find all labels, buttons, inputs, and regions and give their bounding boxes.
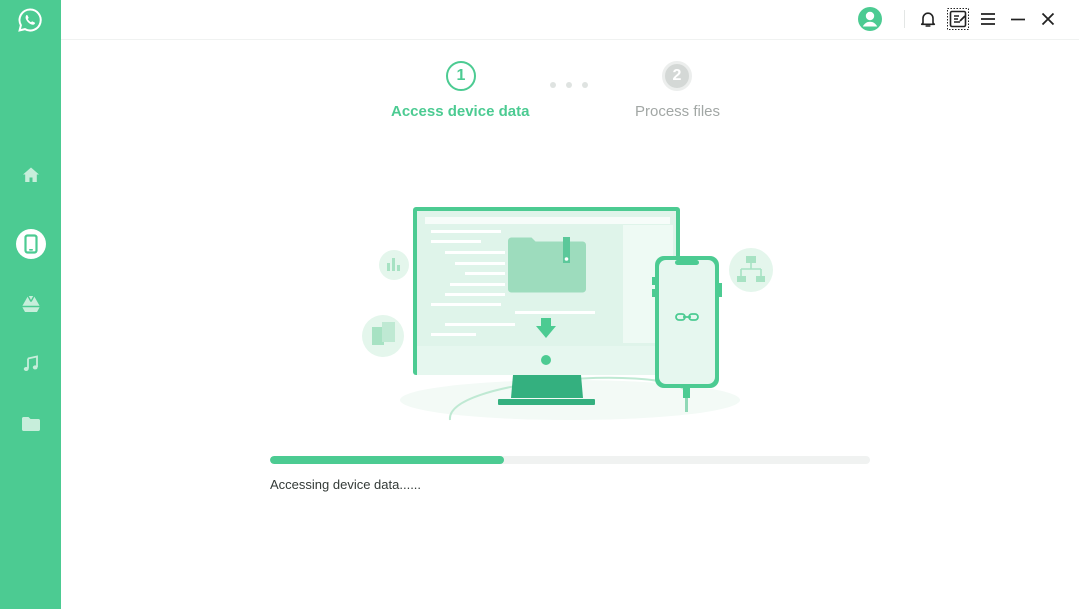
step-connector-dot (566, 82, 572, 88)
feedback-edit-icon (947, 8, 969, 30)
sidebar (0, 0, 61, 609)
divider (904, 10, 905, 28)
close-button[interactable] (1035, 6, 1061, 32)
title-bar (61, 0, 1079, 40)
minimize-button[interactable] (1005, 6, 1031, 32)
user-avatar-icon (858, 7, 882, 31)
home-icon (22, 167, 39, 182)
bell-icon (920, 12, 936, 27)
music-note-icon (23, 355, 38, 371)
documents-bubble-icon (362, 315, 404, 357)
nav-item-google-drive[interactable] (0, 282, 61, 326)
app-window: 1 Access device data 2 Process files Acc… (0, 0, 1079, 609)
network-bubble-icon (729, 248, 773, 292)
step-2-label: Process files (635, 103, 721, 120)
menu-button[interactable] (975, 6, 1001, 32)
folder-icon (21, 417, 40, 431)
notifications-button[interactable] (915, 6, 941, 32)
minimize-icon (1011, 18, 1025, 21)
progress-bar (270, 456, 870, 464)
progress-status-text: Accessing device data...... (270, 477, 422, 492)
step-2-indicator: 2 (662, 61, 692, 91)
nav-item-device[interactable] (0, 222, 61, 266)
phone-device-icon (23, 234, 38, 254)
monitor-illustration (413, 207, 680, 405)
menu-icon (981, 13, 995, 25)
step-1-label: Access device data (391, 103, 530, 120)
step-connector-dot (582, 82, 588, 88)
step-1-indicator: 1 (446, 61, 476, 91)
google-drive-icon (21, 295, 40, 312)
nav-item-files[interactable] (0, 402, 61, 446)
device-transfer-illustration (362, 207, 773, 421)
progress-bar-fill (270, 456, 504, 464)
close-icon (1041, 12, 1055, 26)
nav-item-music[interactable] (0, 342, 61, 386)
chart-bubble-icon (379, 250, 409, 280)
whatsapp-logo-icon (17, 7, 43, 33)
account-button[interactable] (857, 6, 883, 32)
nav-item-home[interactable] (0, 153, 61, 197)
step-connector-dot (550, 82, 556, 88)
feedback-button[interactable] (945, 6, 971, 32)
